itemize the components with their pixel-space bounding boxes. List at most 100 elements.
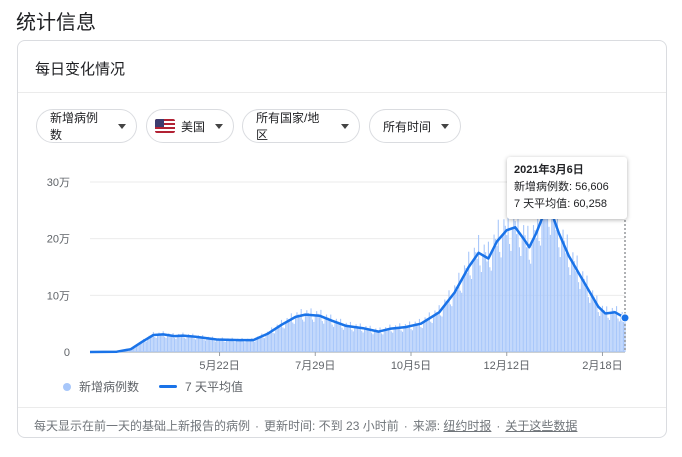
daily-case-bar <box>383 330 385 352</box>
daily-case-bar <box>218 338 221 352</box>
daily-case-bar <box>224 341 226 352</box>
daily-case-bar <box>410 328 412 352</box>
daily-case-bar <box>441 316 443 352</box>
daily-changes-card: 每日变化情况 新增病例数 美国 所有国家/地区 所有时间 0 10万 20万 30万 5… <box>17 40 667 438</box>
daily-case-bar <box>501 236 504 352</box>
daily-case-bar <box>356 326 359 352</box>
daily-case-bar <box>151 336 153 352</box>
daily-case-bar <box>442 307 444 352</box>
daily-case-bar <box>528 259 530 352</box>
daily-case-bar <box>296 312 298 352</box>
daily-case-bar <box>344 325 346 352</box>
daily-case-bar <box>618 321 620 352</box>
daily-case-bar <box>206 338 208 352</box>
daily-case-bar <box>161 335 163 352</box>
daily-case-bar <box>210 339 212 352</box>
legend-line-icon <box>159 385 177 388</box>
daily-case-bar <box>352 331 354 352</box>
tooltip-date: 2021年3月6日 <box>514 164 584 176</box>
daily-case-bar <box>316 311 318 352</box>
daily-case-bar <box>499 251 501 352</box>
daily-case-bar <box>538 240 540 352</box>
daily-case-bar <box>585 287 587 352</box>
daily-case-bar <box>469 275 471 352</box>
daily-case-bar <box>145 341 147 352</box>
daily-case-bar <box>179 334 181 352</box>
daily-case-bar <box>435 312 437 352</box>
daily-case-bar <box>289 321 291 352</box>
daily-case-bar <box>278 325 280 352</box>
daily-case-bar <box>407 327 409 352</box>
daily-case-bar <box>604 315 606 352</box>
legend-item-cases[interactable]: 新增病例数 <box>63 378 139 395</box>
daily-case-bar <box>272 332 274 352</box>
daily-case-bar <box>509 243 511 352</box>
daily-case-bar <box>244 342 246 352</box>
legend-item-average[interactable]: 7 天平均值 <box>159 378 243 395</box>
daily-case-bar <box>361 330 363 352</box>
daily-case-bar <box>492 251 494 352</box>
daily-case-bar <box>351 329 353 352</box>
daily-case-bar <box>279 326 281 352</box>
daily-case-bar <box>297 314 299 352</box>
daily-case-bar <box>337 321 339 352</box>
daily-case-bar <box>323 323 325 352</box>
daily-case-bar <box>611 307 613 352</box>
daily-case-bar <box>147 338 149 352</box>
daily-case-bar <box>462 277 464 352</box>
daily-case-bar <box>597 312 599 352</box>
daily-case-bar <box>249 340 252 352</box>
daily-case-bar <box>513 212 515 352</box>
daily-case-bar <box>325 314 328 352</box>
daily-case-bar <box>411 330 413 352</box>
about-data-link[interactable]: 关于这些数据 <box>505 419 577 433</box>
daily-case-bar <box>555 230 557 352</box>
daily-case-bar <box>575 271 577 352</box>
daily-case-bar <box>204 340 206 352</box>
daily-case-bar <box>511 229 513 352</box>
legend-cases-label: 新增病例数 <box>79 380 140 394</box>
daily-case-bar <box>413 325 415 352</box>
daily-case-bar <box>228 339 230 352</box>
daily-case-bar <box>579 288 581 352</box>
daily-case-bar <box>333 326 335 352</box>
daily-case-bar <box>269 332 271 352</box>
daily-case-bar <box>223 341 225 352</box>
daily-case-bar <box>463 265 466 352</box>
daily-case-bar <box>165 337 167 352</box>
daily-case-bar <box>427 320 429 352</box>
daily-case-bar <box>390 331 392 352</box>
daily-case-bar <box>393 328 395 352</box>
daily-case-bar <box>535 237 537 352</box>
daily-case-bar <box>539 245 542 352</box>
daily-case-bar <box>496 245 498 352</box>
daily-case-bar <box>154 336 156 352</box>
daily-case-bar <box>199 336 201 352</box>
daily-case-bar <box>233 341 235 352</box>
daily-case-bar <box>449 304 451 352</box>
daily-case-bar <box>171 336 173 352</box>
daily-case-bar <box>292 322 294 352</box>
daily-case-bar <box>141 342 143 352</box>
daily-case-bar <box>321 321 323 352</box>
daily-case-bar <box>493 234 495 352</box>
daily-case-bar <box>514 221 516 352</box>
daily-case-bar <box>328 320 330 352</box>
daily-case-bar <box>494 238 497 352</box>
footer-source-label: 来源: <box>412 419 441 433</box>
source-link[interactable]: 纽约时报 <box>443 419 491 433</box>
daily-case-bar <box>610 313 612 352</box>
daily-case-bar <box>189 335 191 352</box>
daily-case-bar <box>264 338 266 352</box>
daily-case-bar <box>620 315 622 352</box>
daily-case-bar <box>476 258 478 352</box>
daily-case-bar <box>483 244 485 352</box>
daily-case-bar <box>397 328 399 352</box>
daily-case-bar <box>549 234 551 352</box>
daily-case-bar <box>561 240 563 352</box>
daily-case-bar <box>302 319 304 352</box>
daily-case-bar <box>545 216 547 352</box>
daily-case-bar <box>542 198 544 352</box>
tooltip-cases-row: 新增病例数: 56,606 <box>514 181 609 193</box>
daily-case-bar <box>608 320 611 352</box>
